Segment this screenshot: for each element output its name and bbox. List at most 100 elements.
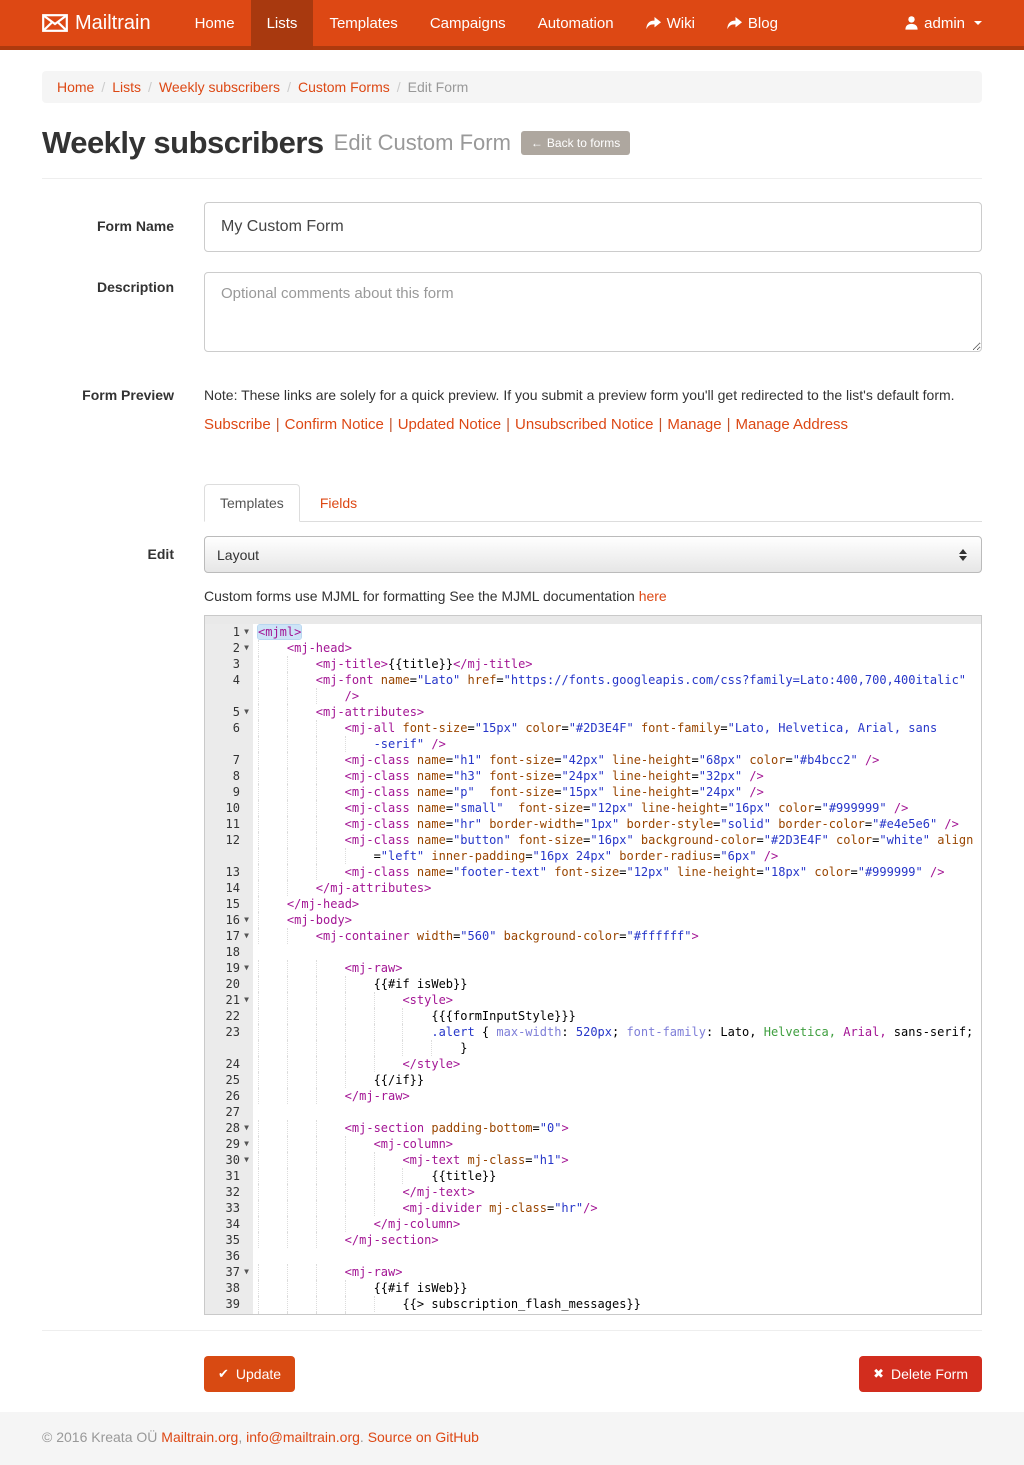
editor-line[interactable]: 26</mj-raw> [205, 1088, 981, 1104]
nav-item-lists[interactable]: Lists [251, 0, 314, 50]
editor-gutter[interactable]: 18 [205, 944, 253, 960]
editor-gutter[interactable] [205, 736, 253, 752]
editor-gutter[interactable]: 7 [205, 752, 253, 768]
editor-gutter[interactable] [205, 688, 253, 704]
mjml-docs-link[interactable]: here [639, 588, 667, 604]
nav-item-blog[interactable]: Blog [711, 0, 794, 46]
editor-line[interactable]: 28▼<mj-section padding-bottom="0"> [205, 1120, 981, 1136]
editor-gutter[interactable]: 31 [205, 1168, 253, 1184]
editor-gutter[interactable]: 11 [205, 816, 253, 832]
preview-link-subscribe[interactable]: Subscribe [204, 416, 271, 433]
editor-line[interactable]: 27 [205, 1104, 981, 1120]
editor-line[interactable]: } [205, 1040, 981, 1056]
footer-link-github[interactable]: Source on GitHub [368, 1429, 479, 1445]
editor-gutter[interactable]: 15 [205, 896, 253, 912]
fold-arrow-icon[interactable]: ▼ [240, 624, 253, 640]
editor-line[interactable]: /> [205, 688, 981, 704]
editor-gutter[interactable]: 16▼ [205, 912, 253, 928]
editor-line[interactable]: 15</mj-head> [205, 896, 981, 912]
editor-line[interactable]: 36 [205, 1248, 981, 1264]
fold-arrow-icon[interactable]: ▼ [240, 928, 253, 944]
editor-gutter[interactable]: 4 [205, 672, 253, 688]
editor-gutter[interactable]: 38 [205, 1280, 253, 1296]
editor-gutter[interactable]: 13 [205, 864, 253, 880]
editor-gutter[interactable]: 32 [205, 1184, 253, 1200]
editor-gutter[interactable]: 35 [205, 1232, 253, 1248]
preview-link-updated-notice[interactable]: Updated Notice [398, 416, 501, 433]
editor-line[interactable]: 18 [205, 944, 981, 960]
tab-fields[interactable]: Fields [304, 484, 373, 522]
preview-link-manage[interactable]: Manage [667, 416, 721, 433]
editor-line[interactable]: 12<mj-class name="button" font-size="16p… [205, 832, 981, 848]
editor-line[interactable]: 30▼<mj-text mj-class="h1"> [205, 1152, 981, 1168]
editor-line[interactable]: ="left" inner-padding="16px 24px" border… [205, 848, 981, 864]
editor-gutter[interactable]: 23 [205, 1024, 253, 1040]
editor-line[interactable]: 35</mj-section> [205, 1232, 981, 1248]
delete-form-button[interactable]: ✖ Delete Form [859, 1356, 982, 1392]
editor-line[interactable]: 14</mj-attributes> [205, 880, 981, 896]
editor-gutter[interactable]: 28▼ [205, 1120, 253, 1136]
breadcrumb-custom-forms[interactable]: Custom Forms [298, 79, 390, 95]
editor-line[interactable]: 7<mj-class name="h1" font-size="42px" li… [205, 752, 981, 768]
editor-gutter[interactable]: 3 [205, 656, 253, 672]
nav-item-templates[interactable]: Templates [313, 0, 413, 46]
editor-gutter[interactable]: 26 [205, 1088, 253, 1104]
editor-gutter[interactable]: 24 [205, 1056, 253, 1072]
tab-templates[interactable]: Templates [204, 484, 300, 522]
editor-line[interactable]: 31{{title}} [205, 1168, 981, 1184]
editor-line[interactable]: 22{{{formInputStyle}}} [205, 1008, 981, 1024]
fold-arrow-icon[interactable]: ▼ [240, 912, 253, 928]
nav-item-campaigns[interactable]: Campaigns [414, 0, 522, 46]
editor-gutter[interactable]: 21▼ [205, 992, 253, 1008]
editor-gutter[interactable]: 36 [205, 1248, 253, 1264]
editor-line[interactable]: 10<mj-class name="small" font-size="12px… [205, 800, 981, 816]
editor-line[interactable]: 39{{> subscription_flash_messages}} [205, 1296, 981, 1312]
update-button[interactable]: ✔ Update [204, 1356, 295, 1392]
editor-line[interactable]: 24</style> [205, 1056, 981, 1072]
editor-line[interactable]: 16▼<mj-body> [205, 912, 981, 928]
fold-arrow-icon[interactable]: ▼ [240, 1120, 253, 1136]
editor-line[interactable]: 40{{/if}} [205, 1312, 981, 1315]
fold-arrow-icon[interactable]: ▼ [240, 960, 253, 976]
editor-gutter[interactable]: 29▼ [205, 1136, 253, 1152]
editor-gutter[interactable]: 5▼ [205, 704, 253, 720]
editor-gutter[interactable]: 8 [205, 768, 253, 784]
editor-line[interactable]: 13<mj-class name="footer-text" font-size… [205, 864, 981, 880]
nav-item-automation[interactable]: Automation [522, 0, 630, 46]
editor-line[interactable]: 29▼<mj-column> [205, 1136, 981, 1152]
editor-line[interactable]: 9<mj-class name="p" font-size="15px" lin… [205, 784, 981, 800]
preview-link-confirm-notice[interactable]: Confirm Notice [285, 416, 384, 433]
fold-arrow-icon[interactable]: ▼ [240, 992, 253, 1008]
editor-gutter[interactable]: 9 [205, 784, 253, 800]
editor-line[interactable]: 1▼<mjml> [205, 624, 981, 640]
editor-line[interactable]: 32</mj-text> [205, 1184, 981, 1200]
fold-arrow-icon[interactable]: ▼ [240, 704, 253, 720]
editor-gutter[interactable]: 10 [205, 800, 253, 816]
edit-template-select[interactable]: Layout [204, 536, 982, 573]
breadcrumb-home[interactable]: Home [57, 79, 94, 95]
editor-gutter[interactable]: 30▼ [205, 1152, 253, 1168]
editor-gutter[interactable]: 40 [205, 1312, 253, 1315]
editor-line[interactable]: 4<mj-font name="Lato" href="https://font… [205, 672, 981, 688]
editor-line[interactable]: 20{{#if isWeb}} [205, 976, 981, 992]
editor-line[interactable]: 25{{/if}} [205, 1072, 981, 1088]
fold-arrow-icon[interactable]: ▼ [240, 640, 253, 656]
form-name-input[interactable] [204, 202, 982, 252]
fold-arrow-icon[interactable]: ▼ [240, 1136, 253, 1152]
editor-gutter[interactable]: 14 [205, 880, 253, 896]
editor-gutter[interactable]: 22 [205, 1008, 253, 1024]
fold-arrow-icon[interactable]: ▼ [240, 1152, 253, 1168]
breadcrumb-weekly-subscribers[interactable]: Weekly subscribers [159, 79, 280, 95]
editor-line[interactable]: 19▼<mj-raw> [205, 960, 981, 976]
description-textarea[interactable] [204, 272, 982, 352]
editor-gutter[interactable] [205, 1040, 253, 1056]
editor-gutter[interactable]: 37▼ [205, 1264, 253, 1280]
editor-gutter[interactable]: 27 [205, 1104, 253, 1120]
editor-line[interactable]: 21▼<style> [205, 992, 981, 1008]
editor-line[interactable]: 11<mj-class name="hr" border-width="1px"… [205, 816, 981, 832]
editor-line[interactable]: 6<mj-all font-size="15px" color="#2D3E4F… [205, 720, 981, 736]
nav-item-home[interactable]: Home [179, 0, 251, 46]
editor-gutter[interactable]: 33 [205, 1200, 253, 1216]
editor-line[interactable]: 34</mj-column> [205, 1216, 981, 1232]
editor-line[interactable]: 38{{#if isWeb}} [205, 1280, 981, 1296]
